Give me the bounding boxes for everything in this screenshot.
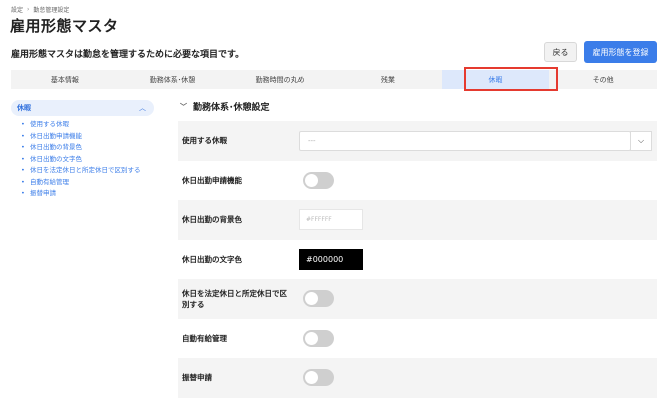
- auto-paid-leave-toggle[interactable]: [303, 329, 334, 347]
- sidebar-group-label: 休暇: [17, 104, 31, 112]
- row-substitute-request: 振替申請: [178, 358, 657, 398]
- toggle-knob: [305, 371, 318, 385]
- chevron-down-icon[interactable]: ⌵: [630, 131, 652, 151]
- field-label: 休日出勤の背景色: [182, 215, 242, 225]
- page-title: 雇用形態マスタ: [10, 17, 119, 35]
- breadcrumb-settings[interactable]: 設定: [11, 5, 23, 14]
- sidebar-item-substitute-request[interactable]: 振替申請: [21, 188, 141, 200]
- row-holiday-text-color: 休日出勤の文字色 #000000: [178, 240, 657, 280]
- sidebar-item-holiday-work-request[interactable]: 休日出勤申請機能: [21, 131, 141, 143]
- tab-overtime[interactable]: 残業: [334, 70, 442, 89]
- field-label: 休日出勤の文字色: [182, 254, 242, 264]
- back-button[interactable]: 戻る: [544, 42, 577, 62]
- holiday-types-select[interactable]: ---: [299, 131, 631, 151]
- field-label: 休日を法定休日と所定休日で区別する: [182, 288, 287, 309]
- row-auto-paid-leave: 自動有給管理: [178, 319, 657, 359]
- sidebar-item-distinguish-holidays[interactable]: 休日を法定休日と所定休日で区別する: [21, 165, 141, 177]
- tab-basic-info[interactable]: 基本情報: [11, 70, 119, 89]
- row-holiday-types: 使用する休暇 --- ⌵: [178, 121, 657, 161]
- breadcrumb-separator: ›: [27, 6, 30, 13]
- tab-bar: 基本情報 勤務体系･休憩 勤務時間の丸め 残業 休暇 その他: [11, 70, 657, 89]
- holiday-work-request-toggle[interactable]: [303, 171, 334, 189]
- tab-work-system-break[interactable]: 勤務体系･休憩: [119, 70, 227, 89]
- page: 設定 › 勤怠管理設定 雇用形態マスタ 雇用形態マスタは勤怠を管理するために必要…: [0, 0, 670, 414]
- field-label: 自動有給管理: [182, 333, 227, 343]
- sidebar-item-auto-paid-leave[interactable]: 自動有給管理: [21, 177, 141, 189]
- field-label: 休日出勤申請機能: [182, 175, 242, 185]
- field-label: 振替申請: [182, 373, 212, 383]
- sidebar-item-holiday-types[interactable]: 使用する休暇: [21, 119, 141, 131]
- holiday-text-color-input[interactable]: #000000: [299, 248, 363, 270]
- chevron-down-icon: ﹀: [180, 102, 187, 111]
- sidebar-list: 使用する休暇 休日出勤申請機能 休日出勤の背景色 休日出勤の文字色 休日を法定休…: [21, 119, 141, 200]
- row-holiday-bg-color: 休日出勤の背景色 #FFFFFF: [178, 200, 657, 240]
- page-description: 雇用形態マスタは勤怠を管理するために必要な項目です。: [11, 50, 245, 60]
- sidebar-item-holiday-bg-color[interactable]: 休日出勤の背景色: [21, 142, 141, 154]
- field-label: 使用する休暇: [182, 136, 227, 146]
- tab-work-time-rounding[interactable]: 勤務時間の丸め: [226, 70, 334, 89]
- breadcrumb: 設定 › 勤怠管理設定: [11, 5, 69, 14]
- toggle-knob: [305, 292, 318, 306]
- toggle-knob: [305, 173, 318, 187]
- section-title: 勤務体系･休憩設定: [193, 103, 270, 113]
- row-distinguish-holidays: 休日を法定休日と所定休日で区別する: [178, 279, 657, 319]
- breadcrumb-attendance-settings[interactable]: 勤怠管理設定: [33, 5, 69, 14]
- section-header[interactable]: ﹀ 勤務体系･休憩設定: [180, 100, 270, 114]
- sidebar-item-holiday-text-color[interactable]: 休日出勤の文字色: [21, 154, 141, 166]
- tab-holiday[interactable]: 休暇: [441, 70, 550, 89]
- toggle-knob: [305, 331, 318, 345]
- sidebar-group-holiday[interactable]: 休暇 ︿: [11, 100, 154, 116]
- row-holiday-work-request: 休日出勤申請機能: [178, 161, 657, 201]
- substitute-request-toggle[interactable]: [303, 369, 334, 387]
- distinguish-holidays-toggle[interactable]: [303, 290, 334, 308]
- holiday-bg-color-input[interactable]: #FFFFFF: [299, 209, 363, 231]
- tab-other[interactable]: その他: [549, 70, 657, 89]
- register-employment-type-button[interactable]: 雇用形態を登録: [584, 41, 657, 63]
- chevron-up-icon: ︿: [139, 104, 146, 112]
- settings-form: 使用する休暇 --- ⌵ 休日出勤申請機能 休日出勤の背景色 #FFFFFF 休…: [178, 121, 657, 398]
